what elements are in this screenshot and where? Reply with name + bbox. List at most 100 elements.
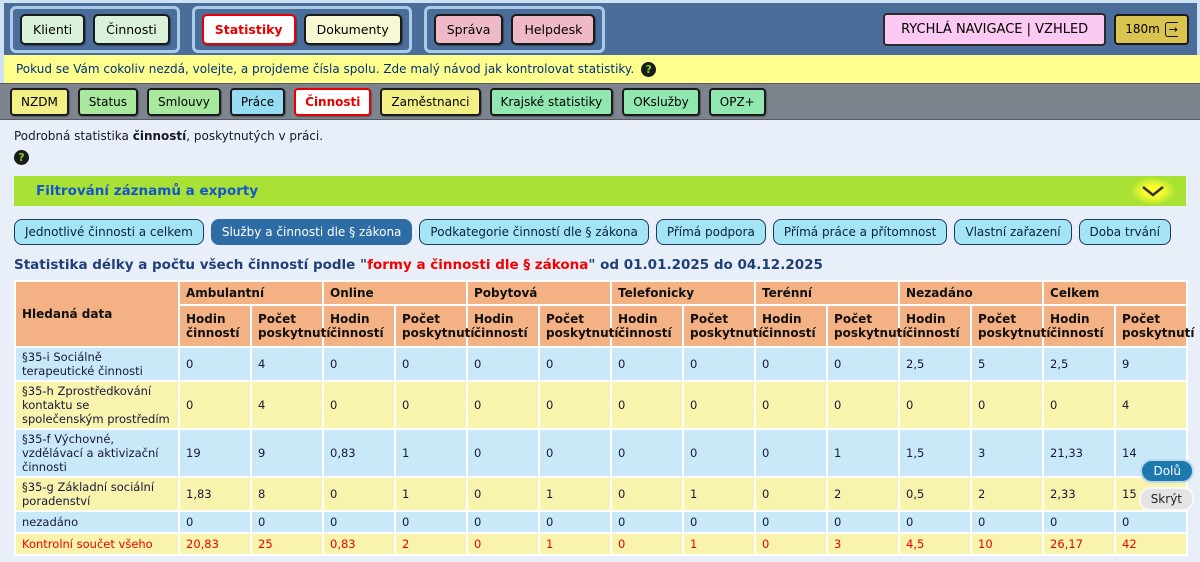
table-group-header-telefonicky: Telefonicky bbox=[611, 281, 755, 305]
row-value: 2 bbox=[827, 477, 899, 511]
table-sub-header-terenni-pocet-poskytnuti: Počet poskytnutí bbox=[827, 305, 899, 347]
table-row: §35-h Zprostředkování kontaktu se společ… bbox=[15, 381, 1187, 429]
filter-expand-control[interactable] bbox=[1130, 177, 1176, 205]
row-value: 0 bbox=[323, 381, 395, 429]
row-value: 0 bbox=[755, 429, 827, 477]
table-row: nezadáno00000000000000 bbox=[15, 511, 1187, 533]
info-bar-text: Pokud se Vám cokoliv nezdá, volejte, a p… bbox=[16, 62, 634, 76]
row-value: 0 bbox=[467, 533, 539, 555]
tab-prima-prace-a-pritomnost[interactable]: Přímá práce a přítomnost bbox=[773, 219, 948, 245]
top-nav-cinnosti[interactable]: Činnosti bbox=[93, 14, 170, 45]
sub-nav-oksluzby[interactable]: OKslužby bbox=[622, 88, 700, 116]
top-nav-klienti[interactable]: Klienti bbox=[20, 14, 85, 45]
row-value: 0,5 bbox=[899, 477, 971, 511]
row-value: 2,5 bbox=[899, 347, 971, 381]
table-group-header-online: Online bbox=[323, 281, 467, 305]
row-value: 0,83 bbox=[323, 533, 395, 555]
row-value: 0 bbox=[179, 381, 251, 429]
intro-prefix: Podrobná statistika bbox=[14, 129, 133, 143]
row-value: 9 bbox=[1115, 347, 1187, 381]
stat-view-tabs: Jednotlivé činnosti a celkem Služby a čin… bbox=[14, 219, 1186, 245]
row-value: 25 bbox=[251, 533, 323, 555]
row-value: 1 bbox=[395, 477, 467, 511]
row-value: 2,5 bbox=[1043, 347, 1115, 381]
row-value: 10 bbox=[971, 533, 1043, 555]
scroll-down-button[interactable]: Dolů bbox=[1140, 459, 1194, 483]
row-value: 20,83 bbox=[179, 533, 251, 555]
row-value: 1 bbox=[395, 429, 467, 477]
row-value: 0 bbox=[611, 429, 683, 477]
row-value: 21,33 bbox=[1043, 429, 1115, 477]
row-value: 0 bbox=[611, 381, 683, 429]
hide-button[interactable]: Skrýt bbox=[1139, 487, 1194, 511]
heading1-prefix: Statistika délky a počtu všech činností … bbox=[14, 257, 367, 273]
top-nav-helpdesk[interactable]: Helpdesk bbox=[511, 14, 595, 45]
sub-nav-prace[interactable]: Práce bbox=[230, 88, 285, 116]
sub-nav-status[interactable]: Status bbox=[78, 88, 138, 116]
row-value: 2,33 bbox=[1043, 477, 1115, 511]
row-value: 0 bbox=[827, 347, 899, 381]
row-value: 0 bbox=[323, 511, 395, 533]
table-group-header-pobytova: Pobytová bbox=[467, 281, 611, 305]
help-icon[interactable]: ? bbox=[641, 62, 656, 77]
row-value: 2 bbox=[971, 477, 1043, 511]
top-nav-right: RYCHLÁ NAVIGACE | VZHLED 180m → bbox=[883, 13, 1189, 46]
row-value: 0 bbox=[755, 347, 827, 381]
table-sub-header-nezadano-hodin-cinnosti: Hodin činností bbox=[899, 305, 971, 347]
sub-nav-cinnosti[interactable]: Činnosti bbox=[294, 88, 371, 116]
table-sub-header-ambulantni-pocet-poskytnuti: Počet poskytnutí bbox=[251, 305, 323, 347]
row-value: 1,5 bbox=[899, 429, 971, 477]
quick-navigation-button[interactable]: RYCHLÁ NAVIGACE | VZHLED bbox=[883, 13, 1106, 46]
row-value: 0 bbox=[827, 511, 899, 533]
row-label: §35-g Základní sociální poradenství bbox=[15, 477, 179, 511]
table-sub-header-telefonicky-hodin-cinnosti: Hodin činností bbox=[611, 305, 683, 347]
row-value: 0 bbox=[1043, 381, 1115, 429]
tab-sluzby-a-cinnosti-dle-zakona[interactable]: Služby a činnosti dle § zákona bbox=[211, 219, 413, 245]
row-value: 3 bbox=[827, 533, 899, 555]
row-value: 1 bbox=[683, 533, 755, 555]
row-value: 19 bbox=[179, 429, 251, 477]
row-value: 0 bbox=[827, 381, 899, 429]
row-label: §35-i Sociálně terapeutické činnosti bbox=[15, 347, 179, 381]
top-nav-dokumenty[interactable]: Dokumenty bbox=[304, 14, 402, 45]
top-nav-statistiky[interactable]: Statistiky bbox=[202, 14, 296, 45]
session-logout-button[interactable]: 180m → bbox=[1114, 14, 1189, 45]
row-value: 8 bbox=[251, 477, 323, 511]
tab-jednotlive-cinnosti-a-celkem[interactable]: Jednotlivé činnosti a celkem bbox=[14, 219, 204, 245]
row-value: 4 bbox=[251, 347, 323, 381]
top-nav-group: Statistiky Dokumenty bbox=[192, 6, 412, 53]
sub-nav-nzdm[interactable]: NZDM bbox=[10, 88, 69, 116]
filter-export-label: Filtrování záznamů a exporty bbox=[36, 183, 258, 199]
row-value: 0 bbox=[971, 511, 1043, 533]
top-nav-group: SprávaHelpdesk bbox=[424, 6, 606, 53]
row-value: 0 bbox=[611, 477, 683, 511]
table-sub-header-online-pocet-poskytnuti: Počet poskytnutí bbox=[395, 305, 467, 347]
sub-nav-krajske-statistiky[interactable]: Krajské statistiky bbox=[490, 88, 614, 116]
tab-podkategorie-cinnosti-dle-zakona[interactable]: Podkategorie činností dle § zákona bbox=[419, 219, 648, 245]
row-label: nezadáno bbox=[15, 511, 179, 533]
table-body: §35-i Sociálně terapeutické činnosti0400… bbox=[15, 347, 1187, 555]
tab-vlastni-zarazeni[interactable]: Vlastní zařazení bbox=[954, 219, 1071, 245]
table-sub-header-terenni-hodin-cinnosti: Hodin činností bbox=[755, 305, 827, 347]
row-value: 0 bbox=[611, 511, 683, 533]
sub-nav-zamestnanci[interactable]: Zaměstnanci bbox=[380, 88, 480, 116]
table-sub-header-celkem-pocet-poskytnuti: Počet poskytnutí bbox=[1115, 305, 1187, 347]
filter-export-bar[interactable]: Filtrování záznamů a exporty bbox=[14, 176, 1186, 206]
tab-doba-trvani[interactable]: Doba trvání bbox=[1079, 219, 1171, 245]
row-value: 0 bbox=[683, 511, 755, 533]
sub-nav-smlouvy[interactable]: Smlouvy bbox=[147, 88, 221, 116]
sub-nav-opz[interactable]: OPZ+ bbox=[709, 88, 766, 116]
row-value: 4 bbox=[1115, 381, 1187, 429]
row-value: 0 bbox=[611, 533, 683, 555]
row-value: 0 bbox=[395, 381, 467, 429]
top-nav-sprava[interactable]: Správa bbox=[434, 14, 504, 45]
table-row: §35-i Sociálně terapeutické činnosti0400… bbox=[15, 347, 1187, 381]
help-icon[interactable]: ? bbox=[14, 150, 29, 165]
row-value: 0 bbox=[539, 347, 611, 381]
row-value: 9 bbox=[251, 429, 323, 477]
row-value: 0 bbox=[755, 511, 827, 533]
row-value: 0 bbox=[467, 429, 539, 477]
tab-prima-podpora[interactable]: Přímá podpora bbox=[656, 219, 766, 245]
row-value: 1,83 bbox=[179, 477, 251, 511]
table-row: §35-f Výchovné, vzdělávací a aktivizační… bbox=[15, 429, 1187, 477]
